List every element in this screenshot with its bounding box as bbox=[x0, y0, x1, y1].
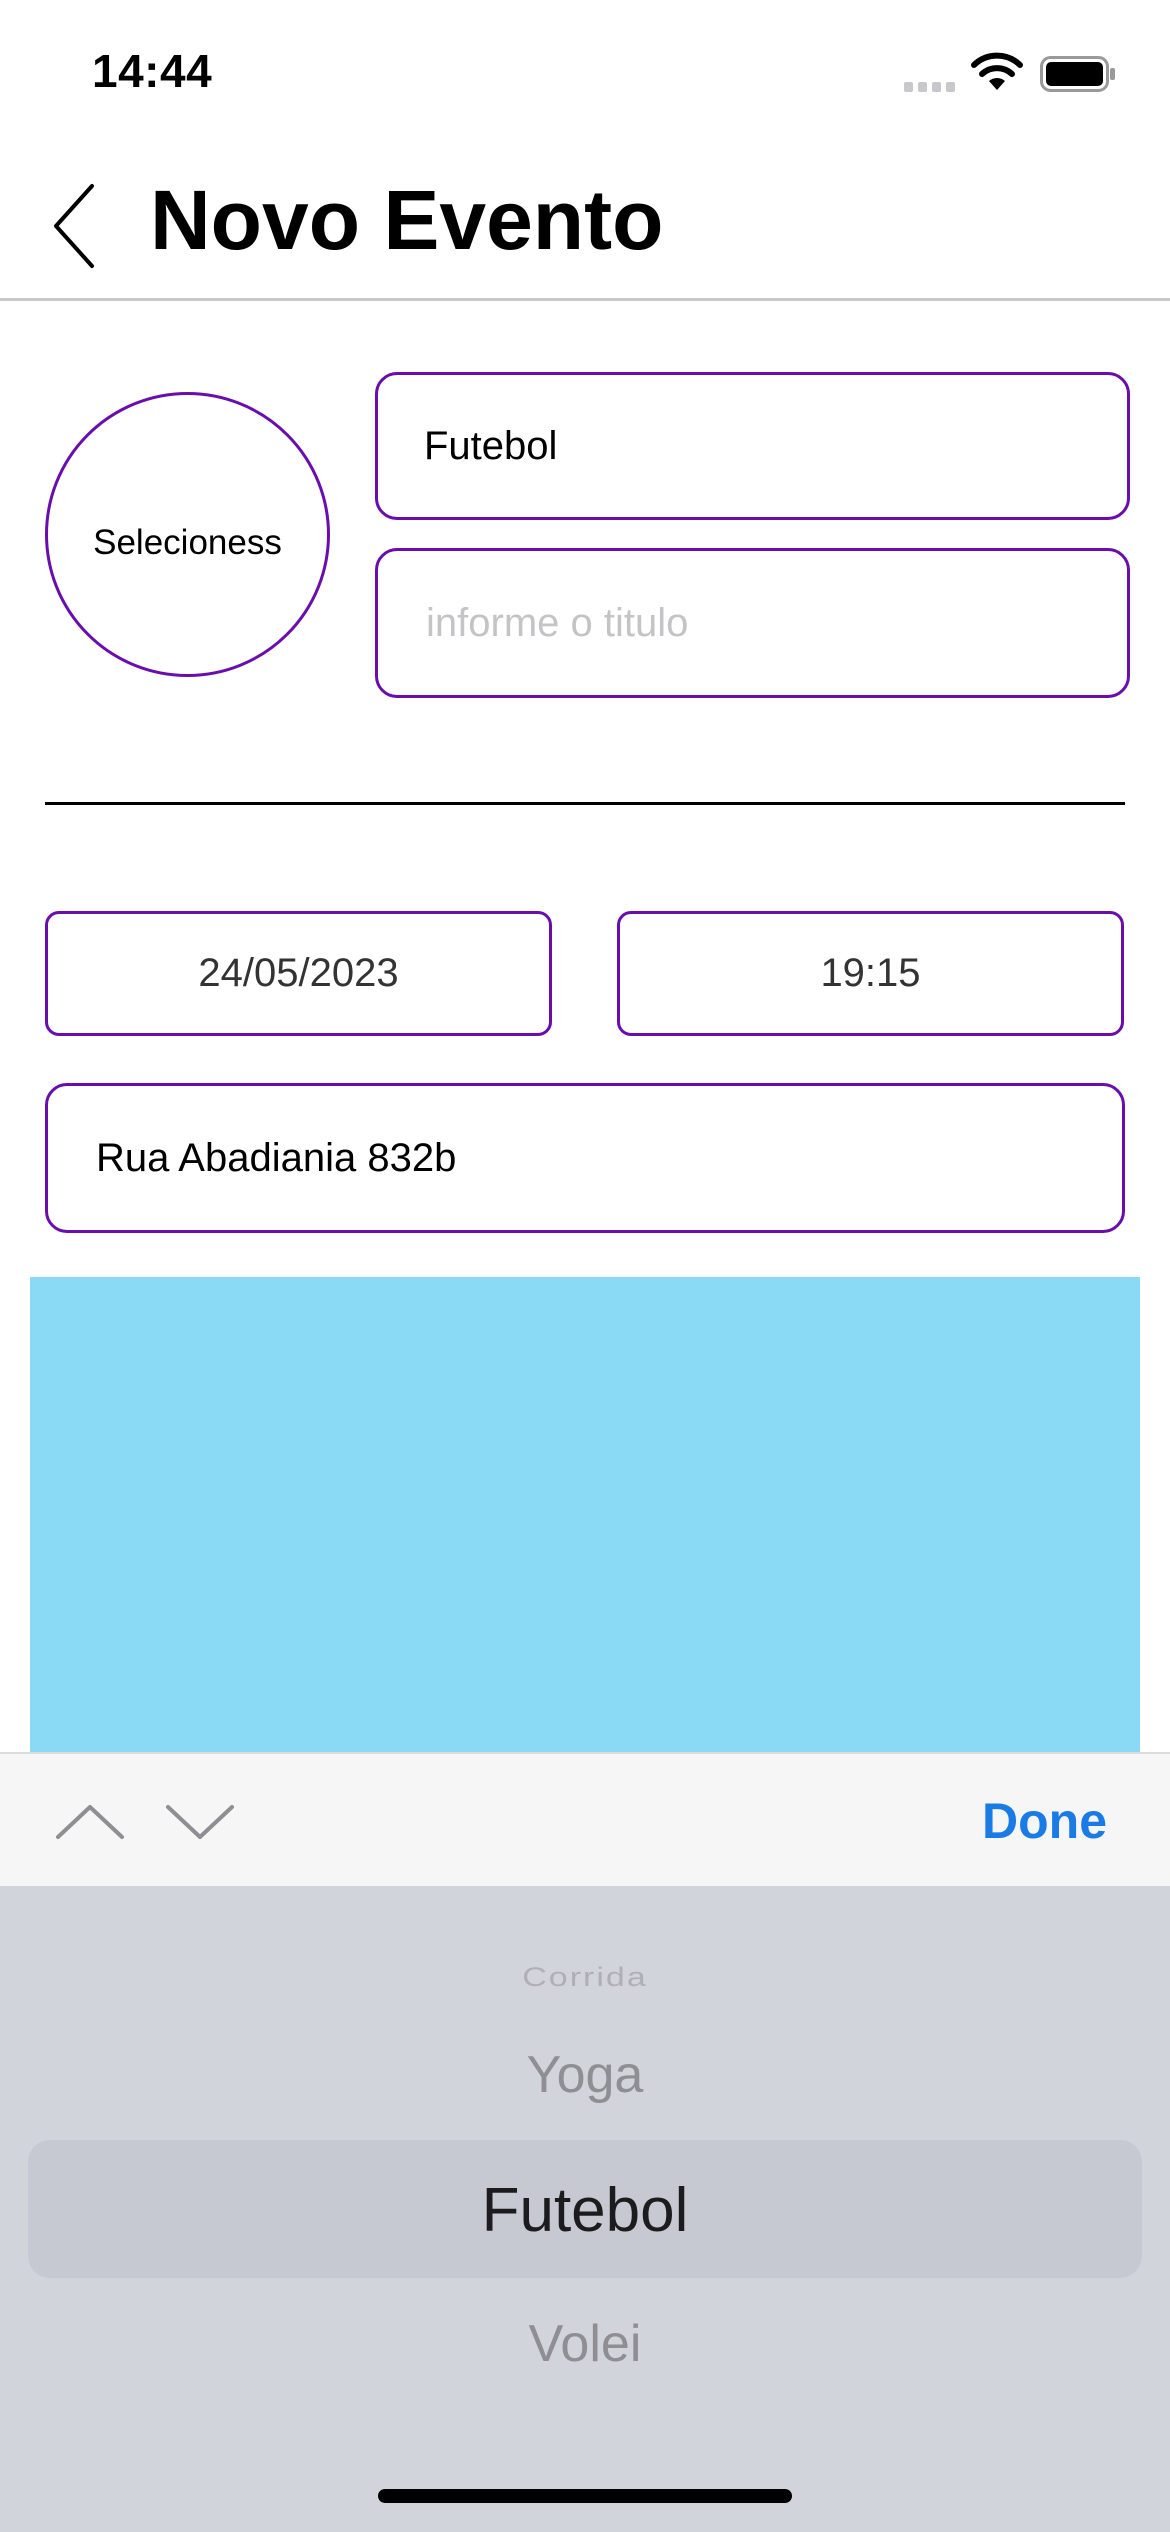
map-view[interactable] bbox=[30, 1277, 1140, 1752]
date-field[interactable]: 24/05/2023 bbox=[45, 911, 552, 1036]
wifi-icon bbox=[971, 52, 1023, 90]
picker-option[interactable]: Yoga bbox=[0, 2045, 1170, 2105]
back-chevron-icon[interactable] bbox=[40, 170, 110, 280]
time-value: 19:15 bbox=[820, 951, 921, 995]
picker-option-selected[interactable]: Futebol bbox=[0, 2175, 1170, 2246]
page-title: Novo Evento bbox=[150, 173, 664, 267]
image-picker-button[interactable]: Selecioness bbox=[45, 392, 330, 677]
category-value: Futebol bbox=[424, 423, 558, 468]
image-picker-label: Selecioness bbox=[93, 522, 282, 562]
address-field[interactable]: Rua Abadiania 832b bbox=[45, 1083, 1125, 1233]
section-divider bbox=[45, 802, 1125, 805]
battery-icon bbox=[1040, 56, 1115, 92]
time-field[interactable]: 19:15 bbox=[617, 911, 1124, 1036]
cellular-signal-icon bbox=[904, 82, 955, 92]
title-input[interactable] bbox=[424, 599, 1078, 647]
previous-field-chevron-up-icon[interactable] bbox=[50, 1795, 130, 1845]
nav-divider bbox=[0, 298, 1170, 301]
title-field[interactable] bbox=[375, 548, 1130, 698]
next-field-chevron-down-icon[interactable] bbox=[160, 1795, 240, 1845]
address-value: Rua Abadiania 832b bbox=[96, 1135, 457, 1180]
date-value: 24/05/2023 bbox=[198, 951, 399, 995]
done-button[interactable]: Done bbox=[982, 1792, 1107, 1850]
home-indicator[interactable] bbox=[378, 2489, 792, 2503]
category-field[interactable]: Futebol bbox=[375, 372, 1130, 520]
status-time: 14:44 bbox=[92, 45, 213, 97]
picker-option[interactable]: Corrida bbox=[0, 1962, 1170, 1993]
picker-option[interactable]: Volei bbox=[0, 2314, 1170, 2374]
